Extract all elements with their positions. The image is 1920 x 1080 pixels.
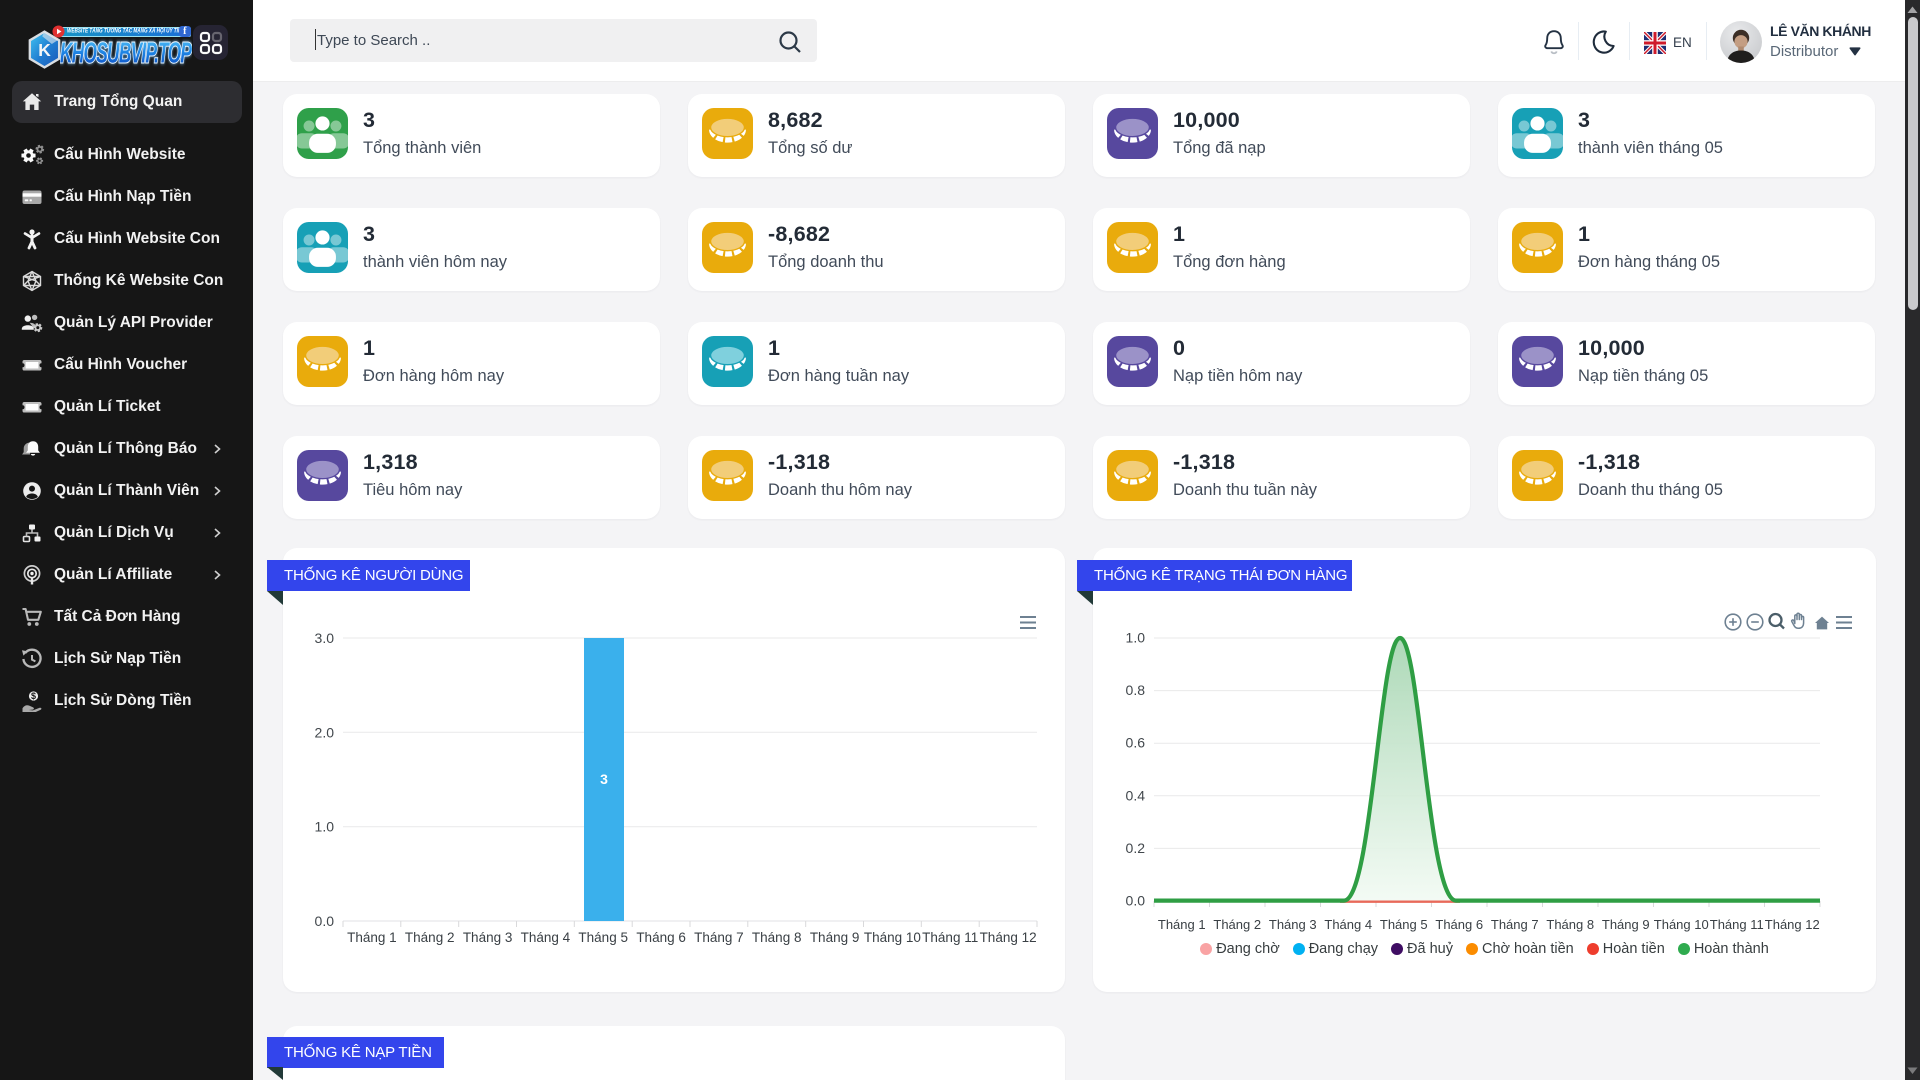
svg-text:Tháng 9: Tháng 9 [1602, 917, 1650, 932]
svg-text:Tháng 11: Tháng 11 [1710, 917, 1764, 932]
svg-text:Tháng 5: Tháng 5 [578, 930, 628, 945]
svg-text:K: K [38, 40, 51, 60]
svg-text:Tháng 12: Tháng 12 [1765, 917, 1820, 932]
svg-text:Tháng 7: Tháng 7 [1491, 917, 1539, 932]
svg-text:Tháng 9: Tháng 9 [810, 930, 860, 945]
svg-text:1.0: 1.0 [315, 819, 335, 835]
svg-text:Tháng 2: Tháng 2 [405, 930, 455, 945]
svg-text:0.2: 0.2 [1126, 840, 1146, 856]
svg-text:0.0: 0.0 [315, 913, 335, 929]
svg-text:0.4: 0.4 [1126, 787, 1146, 803]
svg-text:0.8: 0.8 [1126, 682, 1146, 698]
svg-text:3.0: 3.0 [315, 630, 335, 646]
svg-text:Tháng 1: Tháng 1 [347, 930, 397, 945]
svg-text:1.0: 1.0 [1126, 630, 1146, 646]
svg-text:Tháng 1: Tháng 1 [1158, 917, 1206, 932]
svg-text:Tháng 4: Tháng 4 [1324, 917, 1372, 932]
svg-text:Tháng 6: Tháng 6 [636, 930, 686, 945]
svg-text:0.0: 0.0 [1126, 893, 1146, 909]
svg-text:Tháng 10: Tháng 10 [864, 930, 921, 945]
svg-text:Tháng 7: Tháng 7 [694, 930, 744, 945]
svg-text:KHOSUBVIP.TOP: KHOSUBVIP.TOP [60, 37, 192, 68]
svg-text:Tháng 10: Tháng 10 [1654, 917, 1709, 932]
svg-text:Tháng 2: Tháng 2 [1213, 917, 1261, 932]
svg-text:Tháng 11: Tháng 11 [922, 930, 978, 945]
svg-text:$: $ [31, 691, 36, 701]
svg-text:Tháng 8: Tháng 8 [1546, 917, 1594, 932]
svg-text:Tháng 12: Tháng 12 [980, 930, 1037, 945]
svg-text:Tháng 4: Tháng 4 [521, 930, 571, 945]
svg-text:Tháng 5: Tháng 5 [1380, 917, 1428, 932]
svg-text:3: 3 [600, 771, 608, 787]
svg-text:Tháng 6: Tháng 6 [1435, 917, 1483, 932]
svg-text:Tháng 8: Tháng 8 [752, 930, 802, 945]
svg-text:Tháng 3: Tháng 3 [1269, 917, 1317, 932]
svg-text:Tháng 3: Tháng 3 [463, 930, 513, 945]
svg-text:2.0: 2.0 [315, 724, 335, 740]
svg-text:0.6: 0.6 [1126, 735, 1146, 751]
